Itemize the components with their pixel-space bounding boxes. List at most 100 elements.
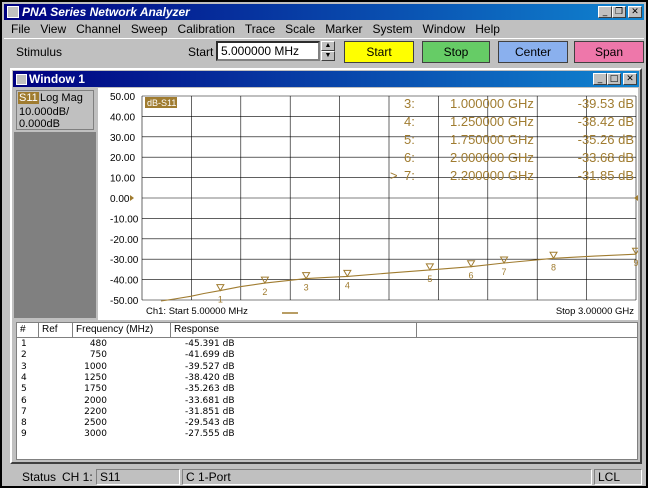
- marker-frequency: 480: [89, 339, 107, 349]
- marker-readout-value: -31.85 dB: [578, 168, 634, 183]
- close-icon[interactable]: ✕: [628, 6, 642, 18]
- stimulus-toolbar: Stimulus Start ▲ ▼ Start Stop Center Spa…: [4, 38, 644, 64]
- marker-triangle-icon: [260, 276, 270, 285]
- marker-table-row[interactable]: 7 2200 -31.851 dB: [17, 407, 637, 418]
- minimize-icon[interactable]: _: [598, 6, 612, 18]
- y-tick-label: -40.00: [110, 276, 139, 287]
- menu-trace[interactable]: Trace: [240, 22, 280, 36]
- col-frequency: Frequency (MHz): [73, 323, 171, 338]
- stop-button[interactable]: Stop: [422, 41, 490, 63]
- marker-triangle-icon: [425, 263, 435, 271]
- marker-readout-number: 4:: [404, 114, 415, 129]
- marker-readout-active-indicator: >: [390, 168, 398, 183]
- menu-system[interactable]: System: [368, 22, 418, 36]
- marker-number: 4: [21, 372, 27, 383]
- menu-view[interactable]: View: [35, 22, 71, 36]
- marker-response: -35.263 dB: [185, 384, 235, 395]
- marker-readout-number: 7:: [404, 168, 415, 183]
- marker-frequency: 750: [89, 350, 107, 361]
- marker-table-header: # Ref Frequency (MHz) Response: [17, 323, 637, 338]
- menu-bar: File View Channel Sweep Calibration Trac…: [4, 20, 644, 38]
- marker-response: -29.543 dB: [185, 418, 235, 429]
- marker-table-row[interactable]: 5 1750 -35.263 dB: [17, 384, 637, 395]
- marker-table-row[interactable]: 6 2000 -33.681 dB: [17, 396, 637, 407]
- menu-window[interactable]: Window: [418, 22, 471, 36]
- marker-table-row[interactable]: 9 3000 -27.555 dB: [17, 429, 637, 440]
- marker-readout-value: -33.68 dB: [578, 150, 634, 165]
- menu-marker[interactable]: Marker: [320, 22, 367, 36]
- spin-up-icon[interactable]: ▲: [321, 41, 335, 51]
- marker-response: -33.681 dB: [185, 395, 235, 406]
- sweep-stop-label: Stop 3.00000 GHz: [556, 306, 634, 317]
- marker-number: 2: [21, 350, 27, 361]
- marker-readout-value: -35.26 dB: [578, 132, 634, 147]
- marker-frequency: 2500: [84, 418, 107, 429]
- trace-name: S11: [18, 92, 39, 104]
- marker-table-row[interactable]: 2 750 -41.699 dB: [17, 350, 637, 361]
- menu-sweep[interactable]: Sweep: [126, 22, 173, 36]
- col-number: #: [17, 323, 39, 338]
- marker-number-label: 4: [345, 280, 350, 290]
- window-icon: [16, 73, 27, 85]
- marker-table-row[interactable]: 1 480 -45.391 dB: [17, 339, 637, 350]
- marker-triangle-icon: [631, 247, 638, 256]
- plot-canvas: 50.00 40.00 30.00 20.00 10.00 0.00 -10.00 -20.0…: [110, 92, 638, 317]
- marker-number: 3: [21, 361, 27, 372]
- spin-down-icon[interactable]: ▼: [321, 51, 335, 61]
- marker-frequency: 2000: [84, 395, 107, 406]
- marker-frequency: 1750: [84, 384, 107, 395]
- marker-table-row[interactable]: 4 1250 -38.420 dB: [17, 373, 637, 384]
- marker-number-label: 9: [633, 258, 638, 268]
- marker-readout-frequency: 2.200000 GHz: [450, 168, 534, 183]
- marker-frequency: 2200: [84, 406, 107, 417]
- status-bar: Status CH 1: S11 C 1-Port LCL: [4, 468, 644, 486]
- marker-triangle-icon: [301, 272, 311, 280]
- col-ref: Ref: [39, 323, 73, 338]
- y-tick-label: -50.00: [110, 296, 139, 307]
- window-maximize-icon[interactable]: □: [607, 73, 621, 85]
- marker-frequency: 3000: [84, 429, 107, 440]
- marker-number-label: 2: [262, 287, 267, 297]
- measurement-window: Window 1 _ □ ✕ S11 Log Mag 10.000dB/ 0.0…: [10, 68, 642, 464]
- app-icon: [7, 6, 19, 18]
- y-tick-label: 40.00: [110, 112, 135, 123]
- window-minimize-icon[interactable]: _: [593, 73, 607, 85]
- marker-table-row[interactable]: 8 2500 -29.543 dB: [17, 418, 637, 429]
- menu-scale[interactable]: Scale: [280, 22, 320, 36]
- span-button[interactable]: Span: [574, 41, 644, 63]
- trace-info-box[interactable]: S11 Log Mag 10.000dB/ 0.000dB: [16, 90, 94, 130]
- marker-response: -27.555 dB: [185, 429, 235, 440]
- marker-number-label: 7: [502, 267, 507, 277]
- status-mode: LCL: [594, 469, 642, 485]
- marker-number: 1: [21, 339, 27, 349]
- menu-channel[interactable]: Channel: [71, 22, 126, 36]
- y-tick-label: -30.00: [110, 255, 139, 266]
- marker-table-row[interactable]: 3 1000 -39.527 dB: [17, 362, 637, 373]
- marker-readout-frequency: 2.000000 GHz: [450, 150, 534, 165]
- trace-label: dB-S11: [147, 98, 176, 108]
- trace-reference: 0.000dB: [19, 118, 60, 130]
- center-button[interactable]: Center: [498, 41, 568, 63]
- status-trace: S11: [96, 469, 180, 485]
- marker-number-label: 6: [469, 271, 474, 281]
- app-title: PNA Series Network Analyzer: [22, 5, 190, 19]
- restore-icon[interactable]: ❐: [612, 6, 626, 18]
- stimulus-label: Stimulus: [16, 45, 63, 59]
- window-title: Window 1: [29, 72, 85, 86]
- marker-number-label: 1: [218, 295, 223, 305]
- s11-plot[interactable]: 50.00 40.00 30.00 20.00 10.00 0.00 -10.00 -20.0…: [98, 88, 638, 320]
- menu-help[interactable]: Help: [470, 22, 505, 36]
- trace-line: [160, 253, 637, 302]
- start-frequency-input[interactable]: [216, 41, 320, 61]
- menu-calibration[interactable]: Calibration: [173, 22, 240, 36]
- marker-readout-number: 5:: [404, 132, 415, 147]
- window-close-icon[interactable]: ✕: [623, 73, 637, 85]
- trace-panel-background: [14, 132, 96, 318]
- start-button[interactable]: Start: [344, 41, 414, 63]
- marker-readout-value: -39.53 dB: [578, 96, 634, 111]
- y-tick-label: 0.00: [110, 194, 130, 205]
- marker-readout-value: -38.42 dB: [578, 114, 634, 129]
- start-frequency-spinner[interactable]: ▲ ▼: [321, 41, 335, 61]
- marker-frequency: 1250: [84, 372, 107, 383]
- menu-file[interactable]: File: [6, 22, 35, 36]
